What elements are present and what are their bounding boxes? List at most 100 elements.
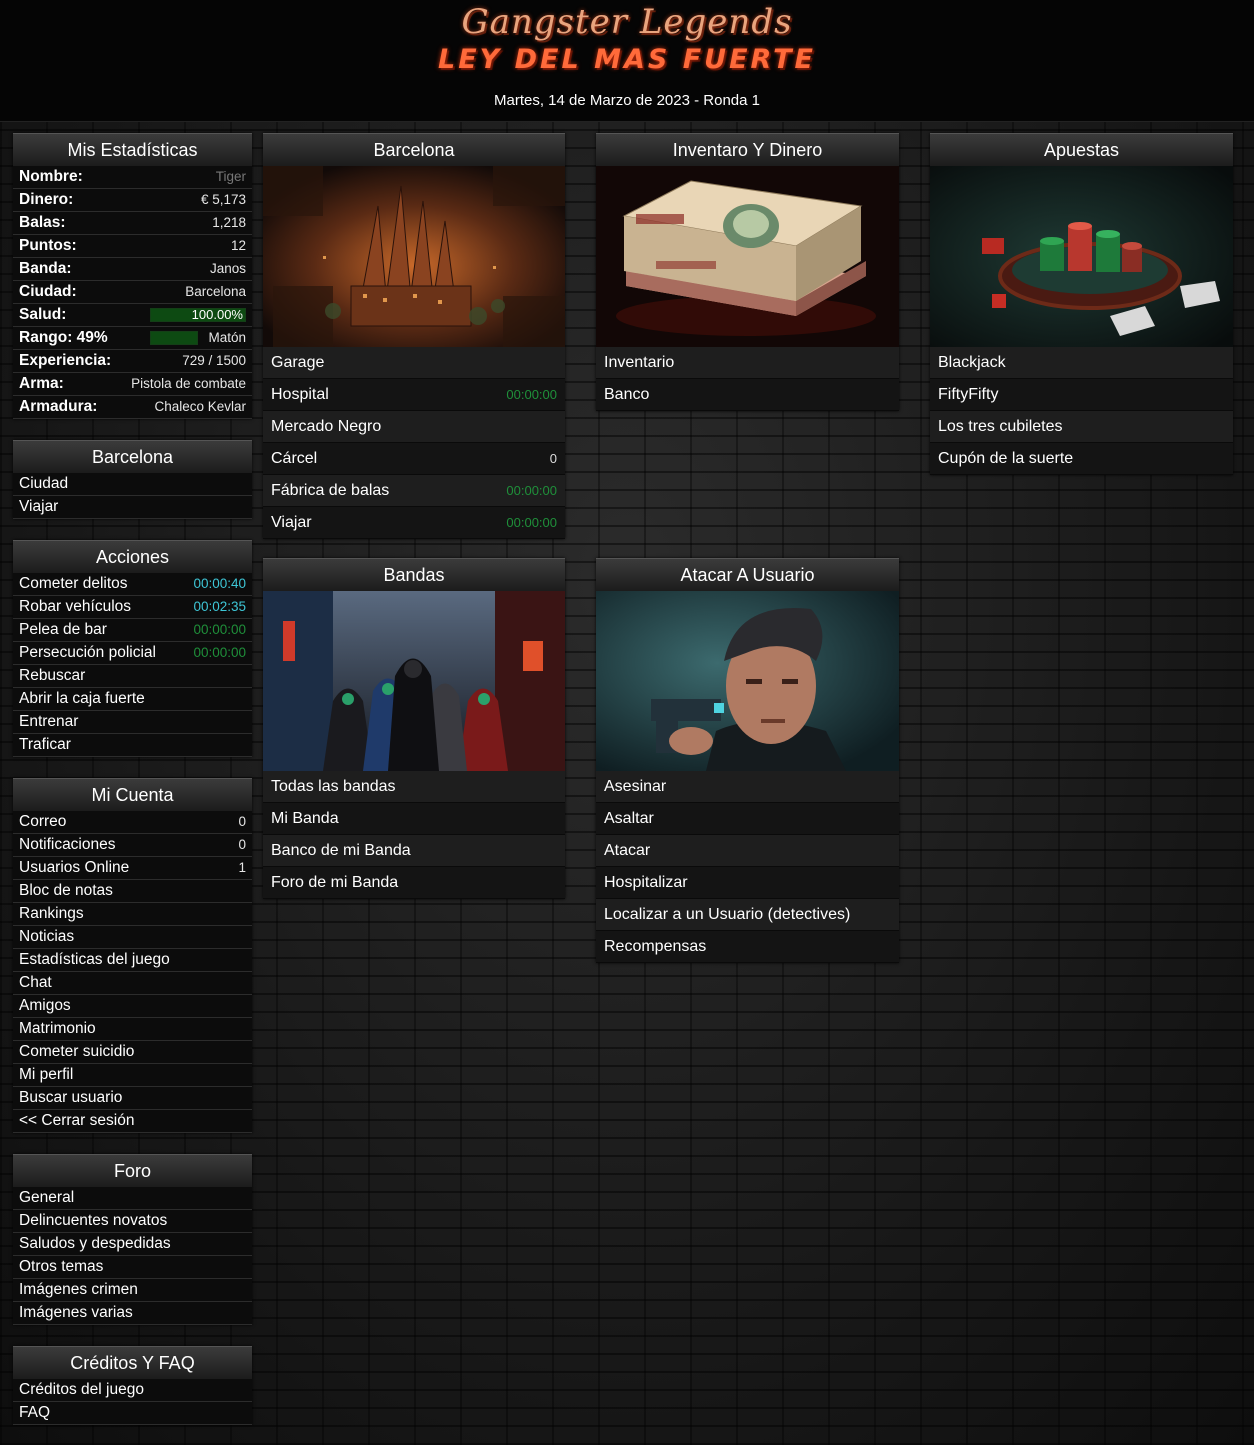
card-row-travel[interactable]: Viajar 00:00:00 [263,507,565,539]
card-row-label: Recompensas [604,938,707,955]
card-row-cups[interactable]: Los tres cubiletes [930,411,1233,443]
forum-item-greetings[interactable]: Saludos y despedidas [13,1233,252,1256]
card-row-all-gangs[interactable]: Todas las bandas [263,771,565,803]
card-row-blackjack[interactable]: Blackjack [930,347,1233,379]
gangs-card-title: Bandas [263,558,565,591]
action-item-police-chase[interactable]: Persecución policial 00:00:00 [13,642,252,665]
stat-label: Ciudad: [19,283,77,300]
credits-item-game-credits[interactable]: Créditos del juego [13,1379,252,1402]
card-row-timer: 00:00:00 [506,515,557,530]
card-row-locate-user[interactable]: Localizar a un Usuario (detectives) [596,899,899,931]
account-item-notes[interactable]: Bloc de notas [13,880,252,903]
card-row-timer: 00:00:00 [506,483,557,498]
forum-item-general[interactable]: General [13,1187,252,1210]
account-item-mail[interactable]: Correo 0 [13,811,252,834]
stat-row-money: Dinero: € 5,173 [13,189,252,212]
forum-item-label: Imágenes varias [19,1304,133,1321]
card-row-gang-forum[interactable]: Foro de mi Banda [263,867,565,899]
card-row-attack[interactable]: Atacar [596,835,899,867]
bets-card-rows: Blackjack FiftyFifty Los tres cubiletes … [930,347,1233,475]
account-item-logout[interactable]: << Cerrar sesión [13,1110,252,1133]
stat-value: 12 [230,238,246,253]
stat-value: € 5,173 [200,192,246,207]
card-row-hospitalize[interactable]: Hospitalizar [596,867,899,899]
stat-row-bullets: Balas: 1,218 [13,212,252,235]
card-row-label: Inventario [604,354,675,371]
gunman-portrait-illustration [596,591,899,771]
account-item-search-user[interactable]: Buscar usuario [13,1087,252,1110]
action-item-traffic[interactable]: Traficar [13,734,252,757]
account-panel: Mi Cuenta Correo 0 Notificaciones 0 Usuari… [13,778,252,1133]
account-item-game-stats[interactable]: Estadísticas del juego [13,949,252,972]
menu-item-viajar[interactable]: Viajar [13,496,252,519]
card-row-bank[interactable]: Banco [596,379,899,411]
stat-value: Tiger [215,169,246,184]
account-item-notifications[interactable]: Notificaciones 0 [13,834,252,857]
card-row-rewards[interactable]: Recompensas [596,931,899,963]
card-row-label: Cupón de la suerte [938,450,1074,467]
account-item-chat[interactable]: Chat [13,972,252,995]
card-row-bullet-factory[interactable]: Fábrica de balas 00:00:00 [263,475,565,507]
account-title: Mi Cuenta [13,778,252,811]
actions-panel: Acciones Cometer delitos 00:00:40 Robar v… [13,540,252,757]
stat-row-gang[interactable]: Banda: Janos [13,258,252,281]
stat-value: Barcelona [185,284,246,299]
account-item-profile[interactable]: Mi perfil [13,1064,252,1087]
account-item-suicide[interactable]: Cometer suicidio [13,1041,252,1064]
account-item-label: Buscar usuario [19,1089,123,1106]
card-row-fiftyfifty[interactable]: FiftyFifty [930,379,1233,411]
city-menu-panel: Barcelona Ciudad Viajar [13,440,252,519]
action-item-search[interactable]: Rebuscar [13,665,252,688]
menu-item-ciudad[interactable]: Ciudad [13,473,252,496]
account-item-rankings[interactable]: Rankings [13,903,252,926]
forum-item-other[interactable]: Otros temas [13,1256,252,1279]
credits-item-faq[interactable]: FAQ [13,1402,252,1425]
account-item-news[interactable]: Noticias [13,926,252,949]
stat-row-points: Puntos: 12 [13,235,252,258]
card-row-garage[interactable]: Garage [263,347,565,379]
forum-item-novices[interactable]: Delincuentes novatos [13,1210,252,1233]
account-item-label: Amigos [19,997,71,1014]
card-row-lucky-coupon[interactable]: Cupón de la suerte [930,443,1233,475]
card-row-black-market[interactable]: Mercado Negro [263,411,565,443]
stat-value[interactable]: Janos [210,258,246,280]
card-row-inventory[interactable]: Inventario [596,347,899,379]
action-item-bar-fight[interactable]: Pelea de bar 00:00:00 [13,619,252,642]
account-item-label: Chat [19,974,52,991]
stat-label: Banda: [19,260,72,277]
logo-title[interactable]: Gangster Legends [0,2,1254,42]
account-item-online-users[interactable]: Usuarios Online 1 [13,857,252,880]
account-item-label: Correo [19,813,67,830]
account-item-label: Noticias [19,928,75,945]
card-row-assault[interactable]: Asaltar [596,803,899,835]
card-row-gang-bank[interactable]: Banco de mi Banda [263,835,565,867]
card-row-hospital[interactable]: Hospital 00:00:00 [263,379,565,411]
forum-item-misc-images[interactable]: Imágenes varias [13,1302,252,1325]
card-row-jail[interactable]: Cárcel 0 [263,443,565,475]
account-item-marriage[interactable]: Matrimonio [13,1018,252,1041]
forum-item-crime-images[interactable]: Imágenes crimen [13,1279,252,1302]
credits-title: Créditos Y FAQ [13,1346,252,1379]
card-row-label: Banco [604,386,650,403]
action-item-train[interactable]: Entrenar [13,711,252,734]
menu-item-label: Viajar [19,498,59,515]
forum-panel: Foro General Delincuentes novatos Saludo… [13,1154,252,1325]
action-item-steal-vehicles[interactable]: Robar vehículos 00:02:35 [13,596,252,619]
account-item-friends[interactable]: Amigos [13,995,252,1018]
card-row-label: Todas las bandas [271,778,396,795]
action-item-safe[interactable]: Abrir la caja fuerte [13,688,252,711]
credits-panel: Créditos Y FAQ Créditos del juego FAQ [13,1346,252,1425]
attack-card-title: Atacar A Usuario [596,558,899,591]
city-menu-title: Barcelona [13,440,252,473]
menu-item-label: Ciudad [19,475,69,492]
card-row-my-gang[interactable]: Mi Banda [263,803,565,835]
card-row-label: Foro de mi Banda [271,874,399,891]
money-stack-image [596,166,899,347]
action-timer: 00:00:00 [193,645,246,660]
action-label: Entrenar [19,713,79,730]
action-item-crimes[interactable]: Cometer delitos 00:00:40 [13,573,252,596]
account-item-label: Mi perfil [19,1066,74,1083]
card-row-count: 0 [549,451,557,466]
card-row-assassinate[interactable]: Asesinar [596,771,899,803]
barcelona-card: Barcelona Garage Hospital 00:00:00 Merca… [263,133,565,539]
